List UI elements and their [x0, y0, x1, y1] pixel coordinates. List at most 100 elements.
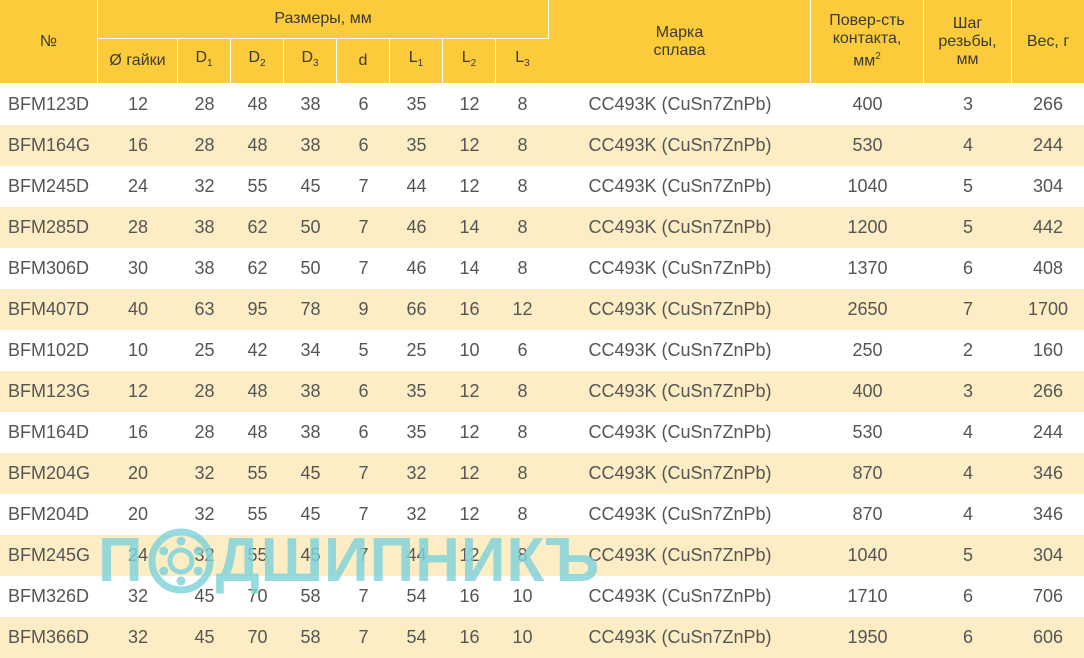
header-contact-line3: мм	[853, 52, 876, 70]
cell-d1: 28	[178, 84, 231, 125]
cell-d3: 50	[284, 248, 337, 289]
cell-code: BFM407D	[0, 289, 98, 330]
cell-d1: 38	[178, 207, 231, 248]
cell-d2: 48	[231, 125, 284, 166]
cell-d1: 28	[178, 125, 231, 166]
header-sizes-group: Размеры, мм	[98, 0, 550, 39]
header-nut-diameter: Ø гайки	[98, 39, 178, 84]
cell-d3: 38	[284, 371, 337, 412]
cell-nut: 32	[98, 576, 178, 617]
cell-l3: 8	[496, 207, 550, 248]
cell-d: 6	[337, 125, 390, 166]
cell-l3: 10	[496, 576, 550, 617]
table-row: BFM123G 12 28 48 38 6 35 12 8 CC493K (CuSn7ZnPb) 4…	[0, 371, 1084, 412]
cell-l3: 8	[496, 412, 550, 453]
cell-contact: 870	[811, 453, 925, 494]
table-row: BFM164D 16 28 48 38 6 35 12 8 CC493K (CuSn7ZnPb) 5…	[0, 412, 1084, 453]
cell-d: 7	[337, 617, 390, 658]
cell-l1: 32	[390, 453, 443, 494]
cell-l2: 14	[443, 248, 496, 289]
cell-l3: 8	[496, 248, 550, 289]
cell-d: 7	[337, 535, 390, 576]
cell-weight: 304	[1012, 535, 1084, 576]
cell-l2: 12	[443, 453, 496, 494]
cell-d3: 34	[284, 330, 337, 371]
cell-d: 7	[337, 166, 390, 207]
cell-contact: 250	[811, 330, 925, 371]
cell-code: BFM102D	[0, 330, 98, 371]
header-l3: L3	[496, 39, 550, 84]
cell-weight: 606	[1012, 617, 1084, 658]
cell-d2: 70	[231, 617, 284, 658]
cell-d2: 55	[231, 494, 284, 535]
cell-d3: 45	[284, 166, 337, 207]
cell-l3: 8	[496, 125, 550, 166]
cell-l3: 8	[496, 494, 550, 535]
cell-d1: 63	[178, 289, 231, 330]
cell-l1: 46	[390, 207, 443, 248]
cell-alloy: CC493K (CuSn7ZnPb)	[549, 576, 812, 617]
cell-contact: 1200	[811, 207, 925, 248]
cell-d2: 48	[231, 371, 284, 412]
cell-l2: 12	[443, 535, 496, 576]
cell-d2: 62	[231, 207, 284, 248]
cell-code: BFM245D	[0, 166, 98, 207]
header-weight: Вес, г	[1012, 0, 1084, 84]
cell-code: BFM164D	[0, 412, 98, 453]
cell-weight: 160	[1012, 330, 1084, 371]
cell-code: BFM204G	[0, 453, 98, 494]
cell-alloy: CC493K (CuSn7ZnPb)	[549, 248, 812, 289]
cell-l1: 32	[390, 494, 443, 535]
cell-nut: 20	[98, 453, 178, 494]
cell-d2: 55	[231, 453, 284, 494]
cell-contact: 1710	[811, 576, 925, 617]
cell-pitch: 5	[924, 207, 1013, 248]
cell-contact: 400	[811, 371, 925, 412]
cell-contact: 870	[811, 494, 925, 535]
cell-contact: 530	[811, 412, 925, 453]
header-l1: L1	[390, 39, 443, 84]
cell-alloy: CC493K (CuSn7ZnPb)	[549, 494, 812, 535]
cell-pitch: 3	[924, 84, 1013, 125]
cell-l2: 10	[443, 330, 496, 371]
cell-d: 7	[337, 207, 390, 248]
cell-l2: 12	[443, 494, 496, 535]
cell-weight: 266	[1012, 84, 1084, 125]
cell-d3: 58	[284, 617, 337, 658]
header-alloy: Марка сплава	[549, 0, 812, 84]
cell-l1: 54	[390, 576, 443, 617]
table-row: BFM245G 24 32 55 45 7 44 12 8 CC493K (CuSn7ZnPb) 1…	[0, 535, 1084, 576]
cell-l1: 35	[390, 84, 443, 125]
table-row: BFM204G 20 32 55 45 7 32 12 8 CC493K (CuSn7ZnPb) 8…	[0, 453, 1084, 494]
cell-code: BFM285D	[0, 207, 98, 248]
cell-alloy: CC493K (CuSn7ZnPb)	[549, 412, 812, 453]
cell-l1: 44	[390, 535, 443, 576]
cell-weight: 408	[1012, 248, 1084, 289]
cell-nut: 20	[98, 494, 178, 535]
cell-l1: 46	[390, 248, 443, 289]
table-row: BFM245D 24 32 55 45 7 44 12 8 CC493K (CuSn7ZnPb) 1…	[0, 166, 1084, 207]
cell-nut: 30	[98, 248, 178, 289]
cell-l3: 8	[496, 371, 550, 412]
cell-l3: 6	[496, 330, 550, 371]
header-thread-pitch: Шаг резьбы, мм	[924, 0, 1013, 84]
cell-code: BFM164G	[0, 125, 98, 166]
cell-pitch: 4	[924, 125, 1013, 166]
header-contact-surface: Повер-сть контакта, мм2	[811, 0, 925, 84]
cell-d3: 45	[284, 494, 337, 535]
header-contact-line1: Повер-сть	[829, 12, 905, 30]
header-contact-sup: 2	[875, 51, 881, 63]
cell-d1: 25	[178, 330, 231, 371]
cell-d3: 38	[284, 84, 337, 125]
table-row: BFM123D 12 28 48 38 6 35 12 8 CC493K (CuSn7ZnPb) 4…	[0, 84, 1084, 125]
cell-weight: 706	[1012, 576, 1084, 617]
cell-d1: 32	[178, 166, 231, 207]
cell-code: BFM366D	[0, 617, 98, 658]
cell-pitch: 7	[924, 289, 1013, 330]
cell-nut: 28	[98, 207, 178, 248]
table-header: № Размеры, мм Марка сплава Повер-сть кон…	[0, 0, 1084, 84]
cell-nut: 24	[98, 166, 178, 207]
table-row: BFM306D 30 38 62 50 7 46 14 8 CC493K (CuSn7ZnPb) 1…	[0, 248, 1084, 289]
cell-alloy: CC493K (CuSn7ZnPb)	[549, 207, 812, 248]
cell-l1: 35	[390, 371, 443, 412]
